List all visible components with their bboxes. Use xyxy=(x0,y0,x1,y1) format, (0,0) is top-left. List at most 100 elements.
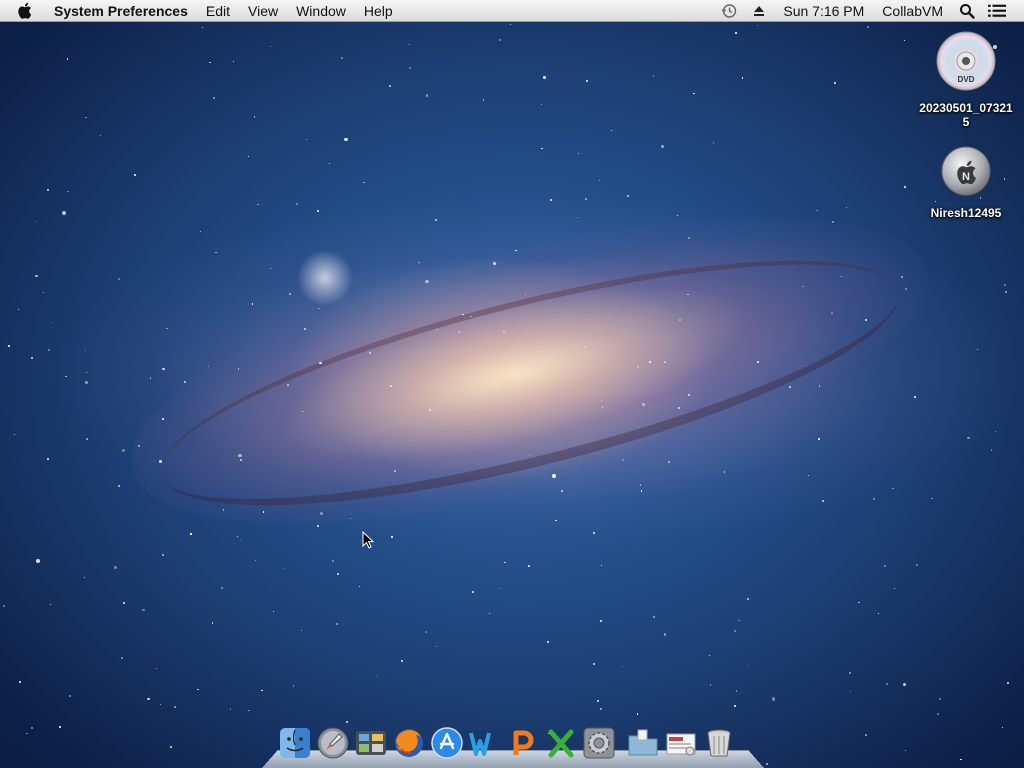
dock-mission-control[interactable] xyxy=(354,728,388,762)
star xyxy=(901,276,903,278)
star xyxy=(66,57,69,60)
star xyxy=(498,587,500,589)
star xyxy=(542,76,546,79)
star xyxy=(822,500,825,503)
star xyxy=(864,733,867,736)
star xyxy=(586,80,588,82)
star xyxy=(199,230,201,233)
star xyxy=(709,683,712,686)
star xyxy=(549,199,552,202)
star xyxy=(253,116,256,118)
star xyxy=(892,487,894,490)
star xyxy=(903,39,905,41)
menu-window[interactable]: Window xyxy=(287,0,355,22)
finder-icon xyxy=(279,727,311,764)
excel-icon xyxy=(545,727,577,764)
star xyxy=(46,189,49,192)
star xyxy=(221,587,224,590)
dock-firefox[interactable] xyxy=(392,728,426,762)
star xyxy=(967,436,970,439)
star xyxy=(254,559,256,562)
system-preferences-icon xyxy=(583,727,615,764)
star xyxy=(585,198,587,200)
dock-powerpoint[interactable] xyxy=(506,728,540,762)
star xyxy=(734,705,736,707)
dock-excel[interactable] xyxy=(544,728,578,762)
star xyxy=(69,695,72,697)
star xyxy=(503,561,506,564)
menu-clock[interactable]: Sun 7:16 PM xyxy=(774,0,873,22)
star xyxy=(47,457,50,460)
star xyxy=(818,438,820,440)
star xyxy=(306,138,308,141)
desktop-icon-dvd[interactable]: DVD 20230501_073215 xyxy=(918,30,1014,129)
dock-finder[interactable] xyxy=(278,727,312,764)
star xyxy=(83,576,86,579)
menu-edit[interactable]: Edit xyxy=(197,0,239,22)
star xyxy=(663,360,666,363)
desktop[interactable]: System Preferences Edit View Window Help xyxy=(0,0,1024,768)
star xyxy=(170,746,172,748)
star xyxy=(149,377,152,380)
star xyxy=(118,485,120,487)
apple-logo-icon[interactable] xyxy=(18,2,34,19)
star xyxy=(147,697,150,701)
eject-icon[interactable] xyxy=(750,2,768,20)
star xyxy=(938,698,941,701)
dock-app-store[interactable] xyxy=(430,726,464,762)
star xyxy=(269,267,271,270)
dock-trash[interactable] xyxy=(702,728,736,762)
dock-word[interactable] xyxy=(468,728,502,762)
dock-launchpad[interactable] xyxy=(316,727,350,762)
star xyxy=(42,292,44,294)
star xyxy=(626,195,629,198)
star xyxy=(583,346,586,348)
star xyxy=(155,667,158,669)
star xyxy=(239,538,241,540)
menu-app-name[interactable]: System Preferences xyxy=(48,0,197,22)
star xyxy=(248,710,250,712)
star xyxy=(865,319,867,321)
star xyxy=(391,535,394,538)
menu-help[interactable]: Help xyxy=(355,0,402,22)
star xyxy=(3,604,6,608)
star xyxy=(174,705,177,708)
star xyxy=(160,704,162,706)
star xyxy=(401,660,404,663)
menu-view[interactable]: View xyxy=(239,0,287,22)
dock-applications-folder[interactable] xyxy=(626,728,660,762)
menu-user[interactable]: CollabVM xyxy=(873,0,952,22)
star xyxy=(114,566,117,569)
star xyxy=(712,142,715,144)
star xyxy=(741,77,744,79)
star xyxy=(328,162,330,164)
star xyxy=(600,708,603,711)
star xyxy=(832,221,834,223)
star xyxy=(121,449,125,453)
word-icon xyxy=(469,727,501,764)
spotlight-icon[interactable] xyxy=(958,2,976,20)
star xyxy=(26,732,28,735)
star xyxy=(388,84,391,87)
star xyxy=(757,361,759,363)
star xyxy=(894,588,896,590)
time-machine-icon[interactable] xyxy=(720,2,738,20)
star xyxy=(652,75,655,77)
star xyxy=(916,563,919,566)
star xyxy=(49,603,52,606)
desktop-icon-disk[interactable]: N Niresh12495 xyxy=(918,145,1014,220)
star xyxy=(1001,726,1004,728)
list-icon[interactable] xyxy=(988,2,1006,20)
star xyxy=(376,675,378,677)
star xyxy=(489,612,491,614)
star xyxy=(737,619,740,622)
star xyxy=(425,279,429,284)
star xyxy=(883,565,886,568)
star xyxy=(878,612,880,614)
star xyxy=(733,629,736,632)
dock-system-preferences[interactable] xyxy=(582,727,616,764)
star xyxy=(914,396,916,399)
dock-documents-stack[interactable] xyxy=(664,728,698,762)
star xyxy=(85,437,89,441)
star xyxy=(394,470,396,472)
